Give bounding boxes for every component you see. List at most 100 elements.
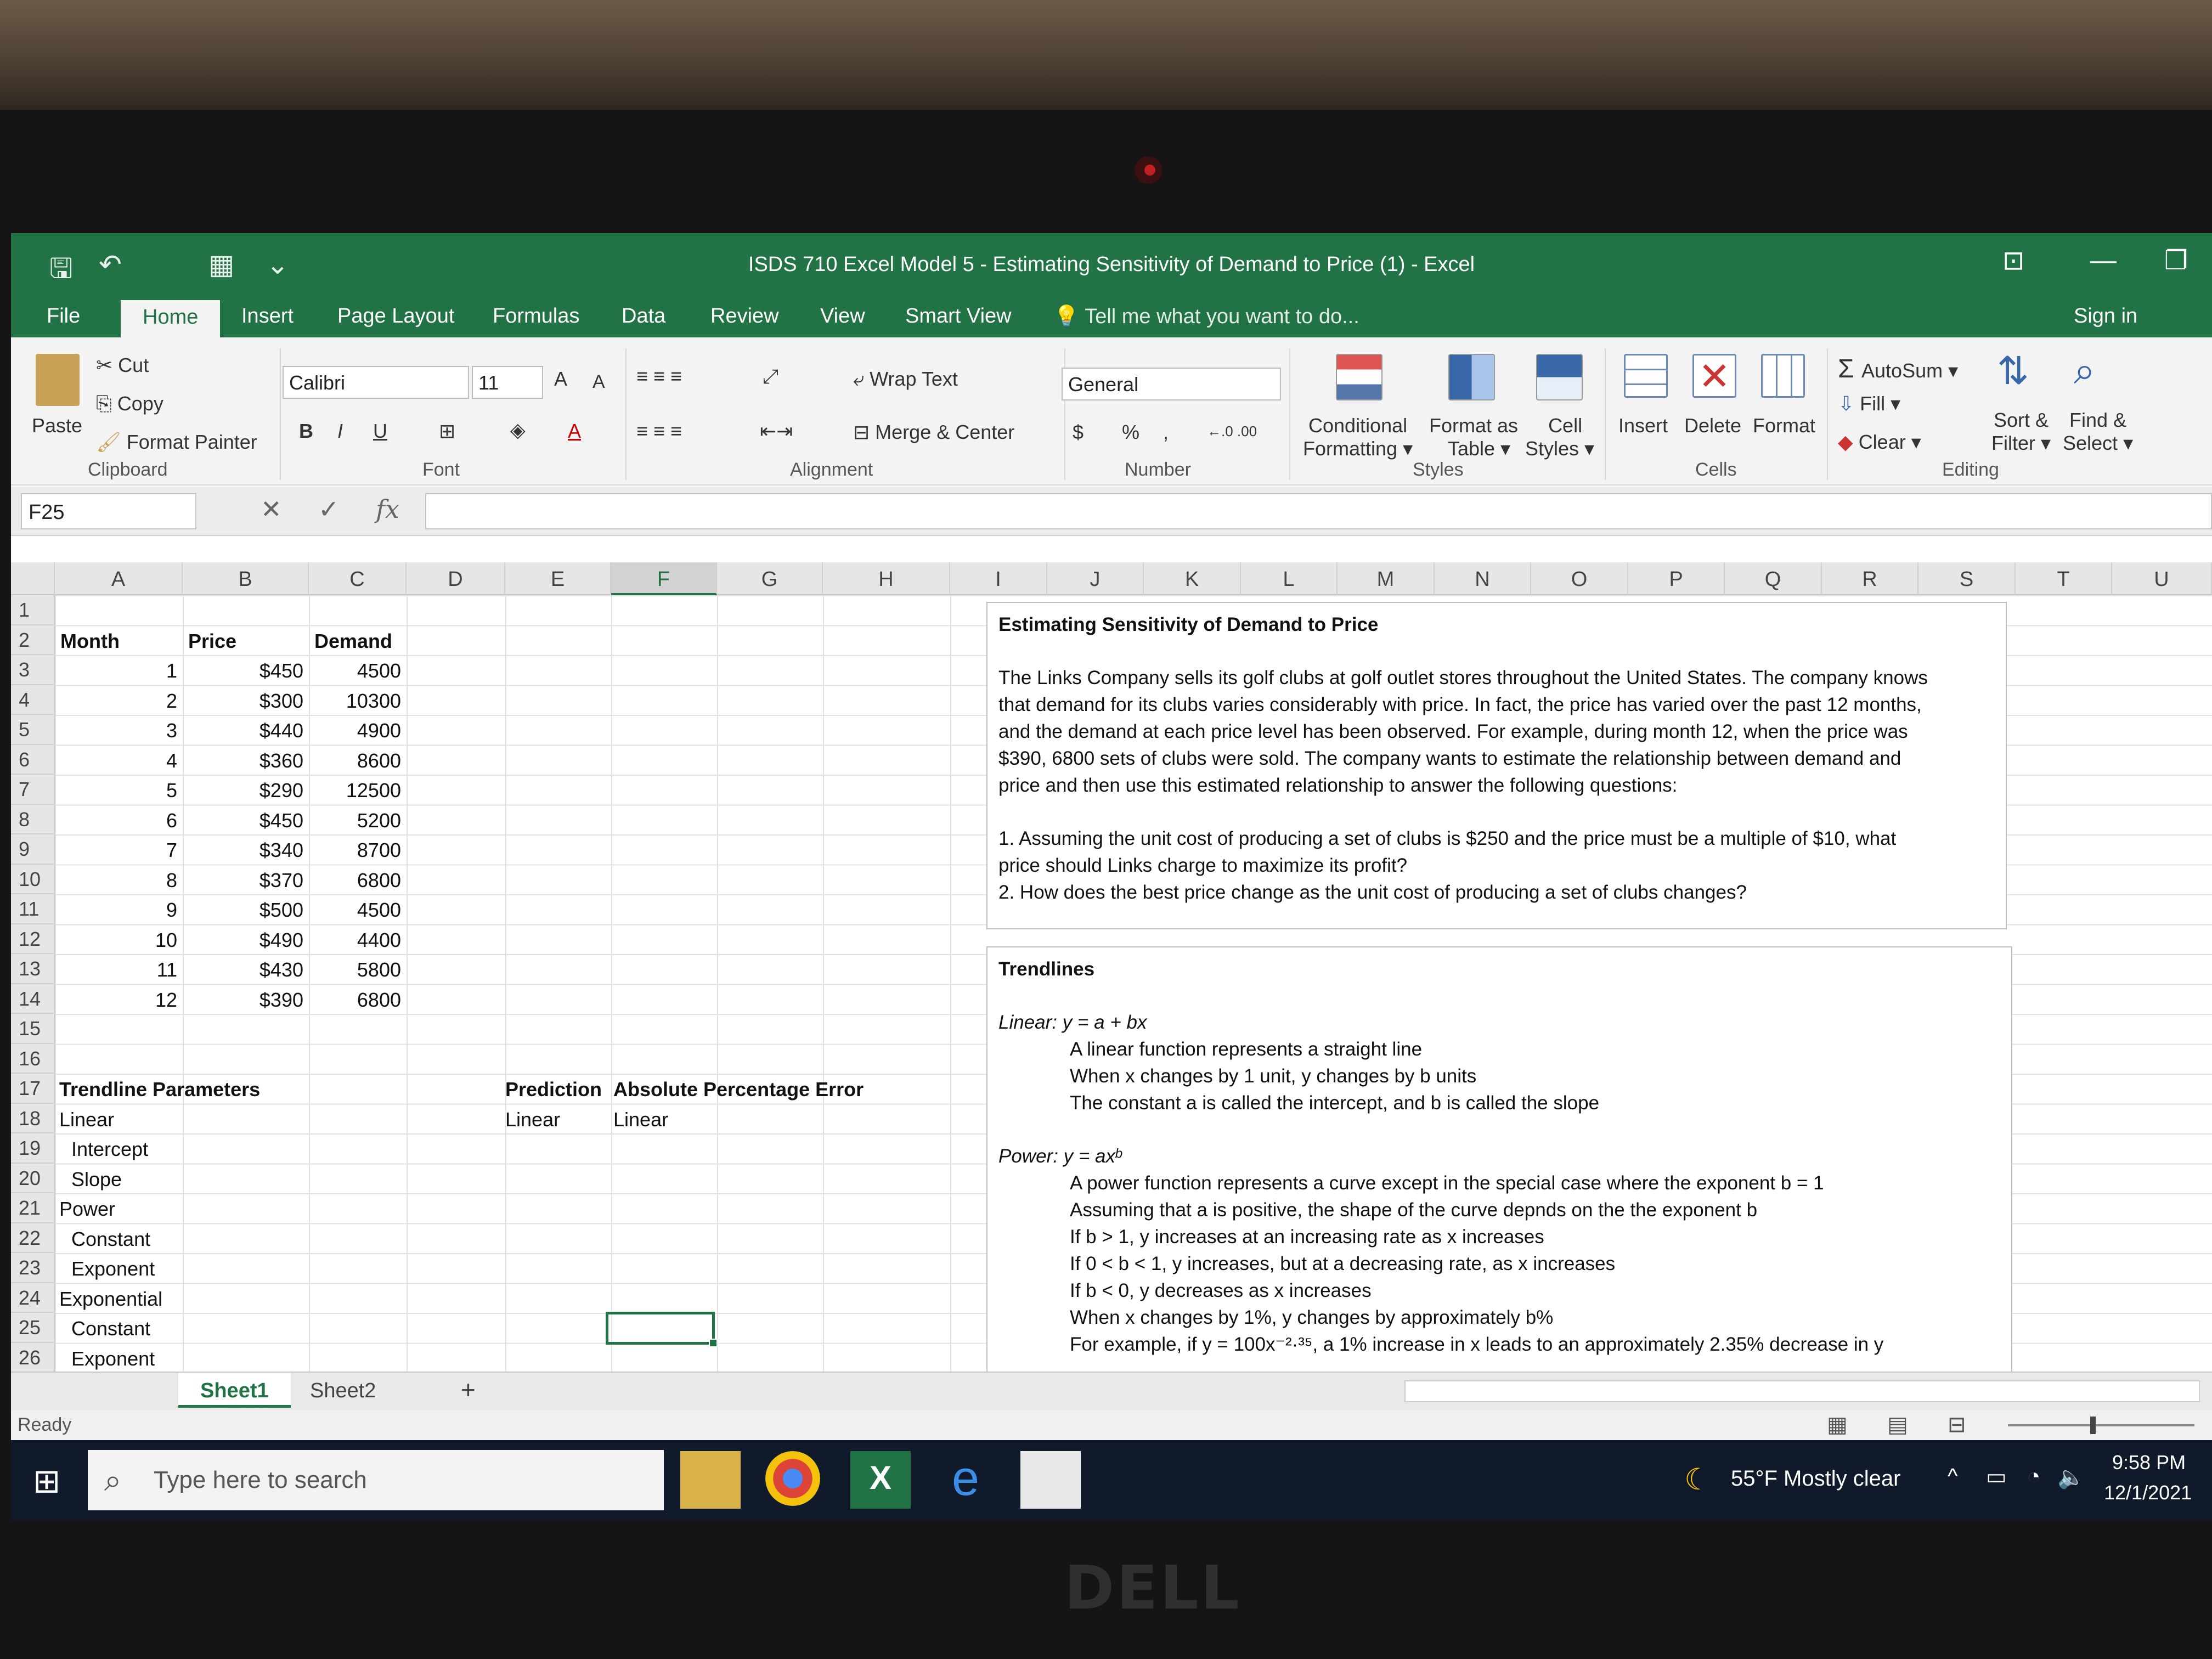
column-header[interactable]: T	[2016, 562, 2112, 595]
italic-button[interactable]: I	[337, 420, 343, 443]
column-header[interactable]: E	[505, 562, 611, 595]
formula-input[interactable]	[425, 493, 2212, 529]
currency-button[interactable]: $	[1073, 421, 1084, 444]
align-top-icon[interactable]: ≡ ≡ ≡	[636, 365, 682, 388]
tell-me-search[interactable]: 💡 Tell me what you want to do...	[1053, 304, 1359, 329]
trendlines-box[interactable]: Trendlines Linear: y = a + bx A linear f…	[986, 946, 2012, 1372]
cell-styles-icon[interactable]	[1536, 354, 1583, 400]
clock-time[interactable]: 9:58 PM	[2112, 1451, 2186, 1474]
column-header[interactable]: O	[1531, 562, 1628, 595]
merge-center-button[interactable]: ⊟ Merge & Center	[853, 421, 1014, 444]
weather-text[interactable]: 55°F Mostly clear	[1731, 1466, 1900, 1491]
format-cells-button[interactable]: Format	[1753, 414, 1815, 437]
number-format-select[interactable]: General	[1062, 368, 1281, 400]
row-header[interactable]: 17	[11, 1074, 55, 1104]
copy-button[interactable]: ⎘ Copy	[96, 392, 163, 416]
conditional-formatting-button[interactable]: Conditional Formatting ▾	[1303, 414, 1413, 460]
grow-font-button[interactable]: A	[554, 368, 567, 391]
name-box[interactable]: F25	[21, 493, 196, 529]
row-header[interactable]: 1	[11, 595, 55, 625]
row-header[interactable]: 7	[11, 775, 55, 805]
battery-icon[interactable]: ▭	[1986, 1464, 2007, 1489]
page-layout-view-icon[interactable]: ▤	[1887, 1412, 1908, 1437]
tab-page-layout[interactable]: Page Layout	[337, 304, 454, 328]
increase-decimal-button[interactable]: ←.0 .00	[1207, 423, 1257, 440]
tab-view[interactable]: View	[820, 304, 865, 328]
sheet-tab-sheet1[interactable]: Sheet1	[178, 1373, 291, 1408]
page-break-view-icon[interactable]: ⊟	[1948, 1412, 1966, 1437]
tab-review[interactable]: Review	[710, 304, 779, 328]
column-header[interactable]: N	[1435, 562, 1531, 595]
file-explorer-icon[interactable]	[680, 1451, 741, 1509]
windows-start-icon[interactable]: ⊞	[33, 1462, 60, 1500]
clock-date[interactable]: 12/1/2021	[2104, 1481, 2192, 1504]
column-header[interactable]: J	[1047, 562, 1144, 595]
find-select-button[interactable]: Find & Select ▾	[2063, 409, 2133, 455]
underline-button[interactable]: U	[373, 420, 387, 443]
insert-function-icon[interactable]: fx	[376, 494, 399, 524]
align-left-icon[interactable]: ≡ ≡ ≡	[636, 420, 682, 443]
autosum-button[interactable]: Σ AutoSum ▾	[1838, 354, 1958, 384]
column-header[interactable]: L	[1241, 562, 1338, 595]
column-header[interactable]: F	[611, 562, 717, 595]
row-header[interactable]: 20	[11, 1164, 55, 1193]
cell-styles-button[interactable]: Cell Styles ▾	[1525, 414, 1594, 460]
font-color-button[interactable]: A	[568, 420, 581, 443]
borders-icon[interactable]: ⊞	[439, 420, 455, 443]
horizontal-scrollbar[interactable]	[1404, 1380, 2200, 1402]
font-size-select[interactable]: 11	[472, 366, 543, 399]
tab-file[interactable]: File	[47, 304, 80, 328]
column-header[interactable]: C	[309, 562, 407, 595]
row-header[interactable]: 21	[11, 1193, 55, 1223]
row-header[interactable]: 13	[11, 954, 55, 984]
find-icon[interactable]: ⌕	[2074, 348, 2095, 393]
tab-data[interactable]: Data	[622, 304, 665, 328]
row-header[interactable]: 10	[11, 865, 55, 894]
column-header[interactable]: Q	[1725, 562, 1822, 595]
row-header[interactable]: 8	[11, 805, 55, 834]
column-header[interactable]: H	[823, 562, 950, 595]
column-header[interactable]: M	[1338, 562, 1435, 595]
select-all-corner[interactable]	[11, 562, 55, 595]
orientation-icon[interactable]: ⤢	[763, 365, 778, 388]
row-header[interactable]: 18	[11, 1104, 55, 1133]
format-as-table-button[interactable]: Format as Table ▾	[1429, 414, 1518, 460]
row-header[interactable]: 3	[11, 655, 55, 685]
sort-filter-button[interactable]: Sort & Filter ▾	[1991, 409, 2051, 455]
insert-cells-button[interactable]: Insert	[1618, 414, 1668, 437]
enter-icon[interactable]: ✓	[318, 494, 340, 524]
fill-color-icon[interactable]: ◈	[510, 419, 526, 442]
row-header[interactable]: 26	[11, 1343, 55, 1372]
row-header[interactable]: 19	[11, 1133, 55, 1164]
column-header[interactable]: D	[407, 562, 505, 595]
column-header[interactable]: A	[55, 562, 183, 595]
font-name-select[interactable]: Calibri	[283, 366, 469, 399]
sign-in-link[interactable]: Sign in	[2074, 304, 2137, 328]
normal-view-icon[interactable]: ▦	[1827, 1412, 1848, 1437]
wrap-text-button[interactable]: ⤶ Wrap Text	[853, 368, 958, 391]
column-header[interactable]: U	[2112, 562, 2212, 595]
row-header[interactable]: 15	[11, 1014, 55, 1044]
sort-filter-icon[interactable]: ⇅	[1997, 348, 2029, 393]
row-header[interactable]: 24	[11, 1283, 55, 1313]
edge-icon[interactable]: e	[935, 1451, 996, 1509]
zoom-slider-thumb[interactable]	[2090, 1417, 2096, 1434]
row-header[interactable]: 14	[11, 984, 55, 1014]
column-header[interactable]: K	[1144, 562, 1241, 595]
row-header[interactable]: 9	[11, 834, 55, 865]
format-cells-icon[interactable]	[1761, 354, 1805, 398]
column-header[interactable]: G	[717, 562, 823, 595]
tab-home[interactable]: Home	[121, 300, 221, 337]
tray-overflow-icon[interactable]: ^	[1948, 1464, 1958, 1489]
delete-cells-button[interactable]: Delete	[1684, 414, 1741, 437]
row-header[interactable]: 25	[11, 1313, 55, 1343]
fill-button[interactable]: ⇩ Fill ▾	[1838, 392, 1900, 415]
row-header[interactable]: 5	[11, 715, 55, 745]
row-header[interactable]: 22	[11, 1223, 55, 1253]
format-painter-button[interactable]: 🖌 Format Painter	[96, 431, 257, 454]
tab-formulas[interactable]: Formulas	[493, 304, 579, 328]
wifi-icon[interactable]: ◔	[2027, 1464, 2040, 1489]
paste-button[interactable]: Paste	[32, 414, 82, 437]
row-header[interactable]: 16	[11, 1044, 55, 1074]
row-header[interactable]: 11	[11, 894, 55, 924]
